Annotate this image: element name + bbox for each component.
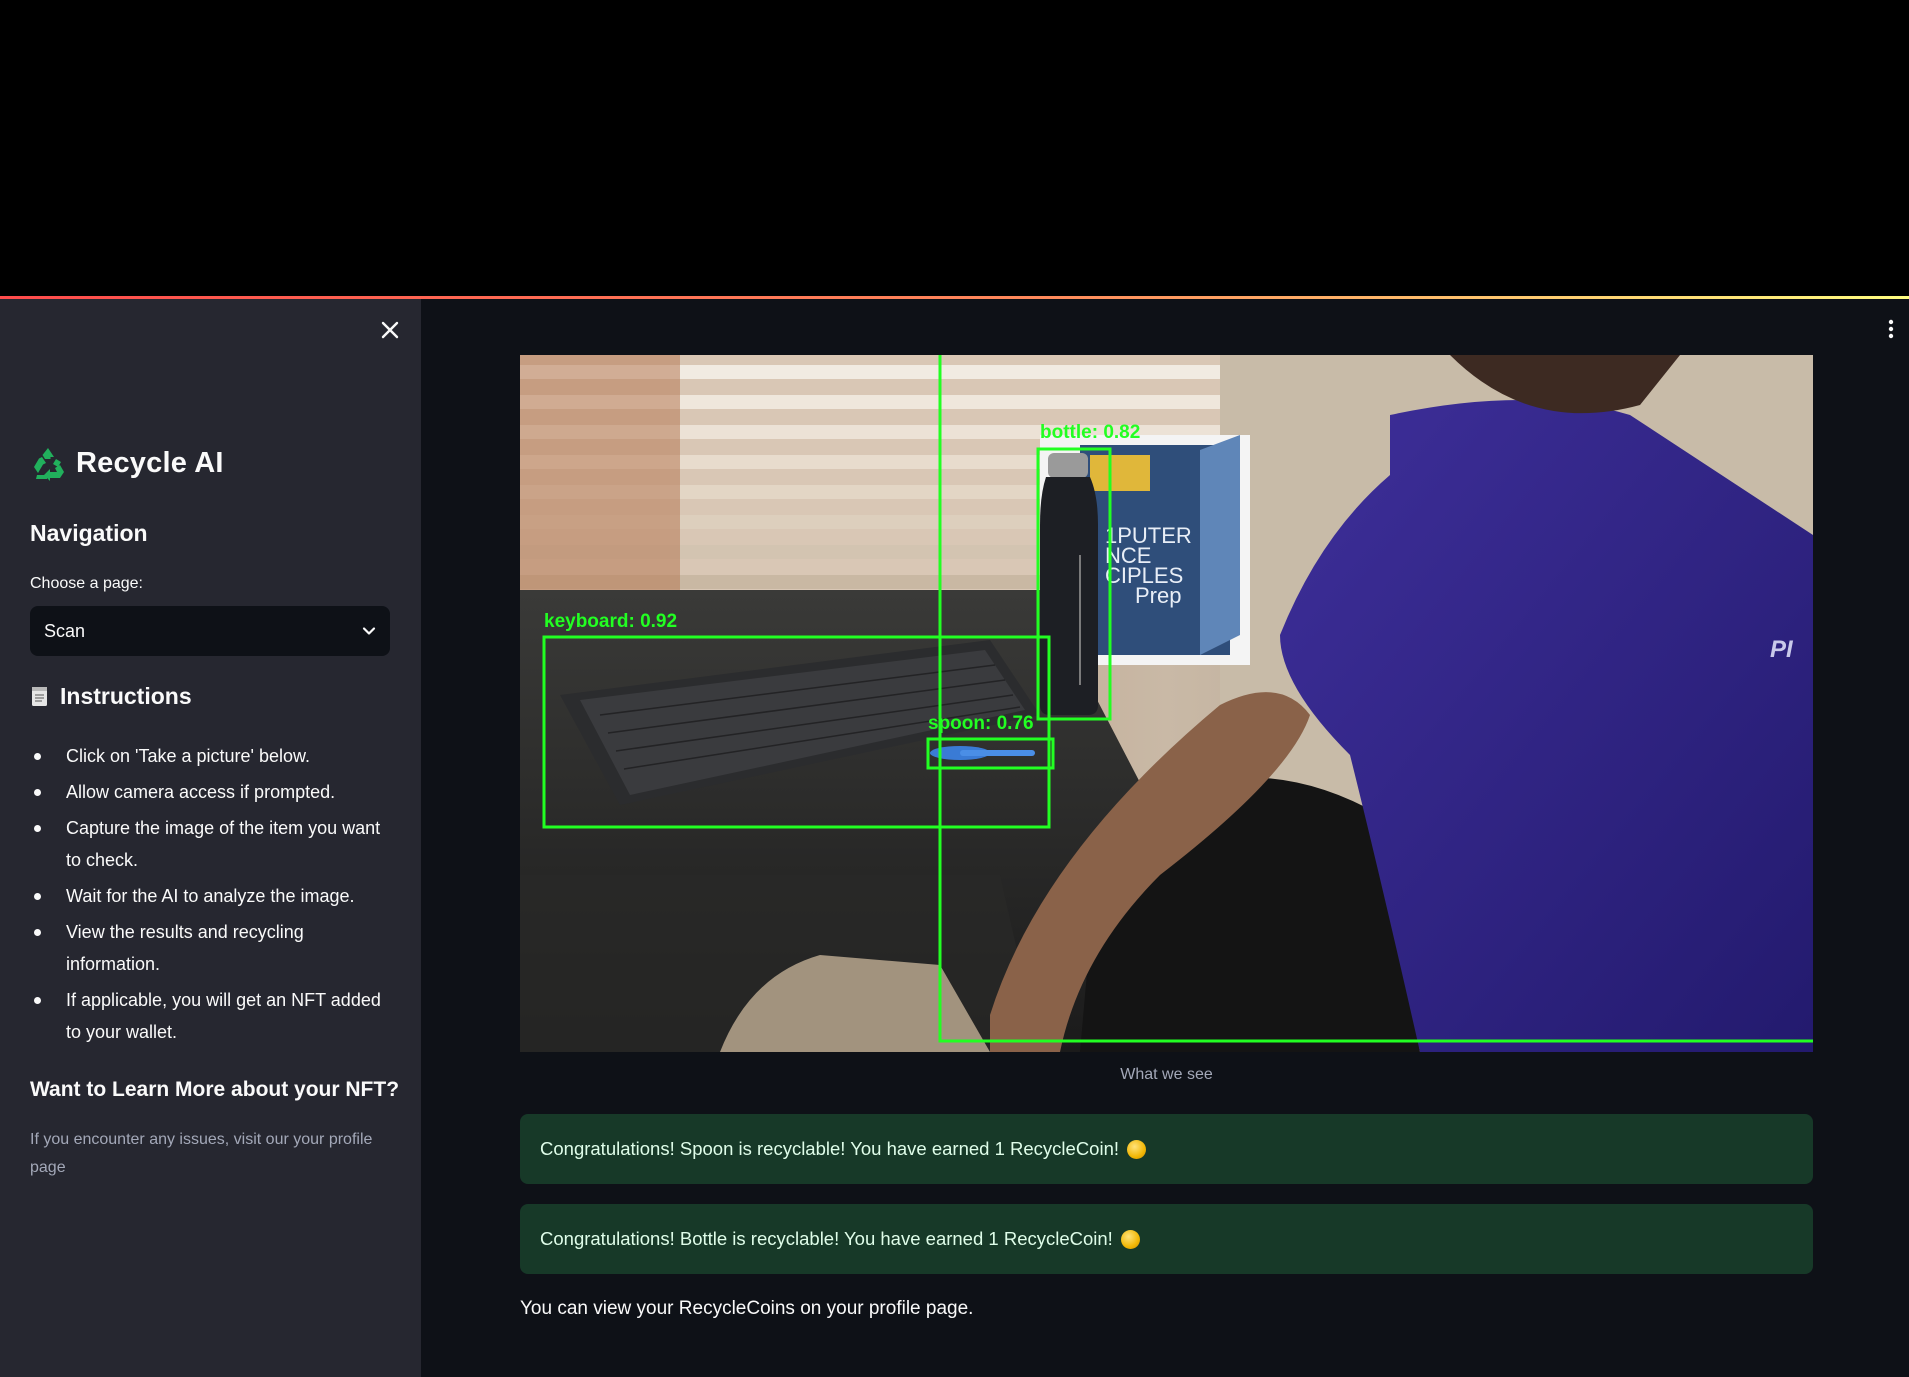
- detection-image: 1PUTER NCE CIPLES Prep PI bottle: 0.82 k…: [520, 355, 1813, 1052]
- success-alert-text: Congratulations! Spoon is recyclable! Yo…: [540, 1138, 1120, 1159]
- svg-text:PI: PI: [1770, 636, 1794, 663]
- list-item: Wait for the AI to analyze the image.: [30, 880, 390, 912]
- instructions-title: Instructions: [60, 683, 192, 709]
- profile-hint-text: You can view your RecycleCoins on your p…: [520, 1298, 974, 1319]
- recycle-icon: [34, 448, 64, 481]
- sidebar-brand: Recycle AI: [30, 445, 224, 481]
- close-icon: [381, 321, 399, 339]
- list-item: Capture the image of the item you want t…: [30, 812, 390, 876]
- success-alert-text: Congratulations! Bottle is recyclable! Y…: [540, 1228, 1113, 1249]
- coin-icon: [1120, 1229, 1140, 1249]
- page-select-value: Scan: [44, 620, 86, 641]
- page-select[interactable]: Scan: [30, 606, 390, 656]
- top-black-area: [0, 0, 1909, 296]
- instructions-heading: Instructions: [30, 683, 192, 710]
- svg-text:Prep: Prep: [1135, 583, 1181, 608]
- main-menu-button[interactable]: [1884, 318, 1898, 340]
- app-title: Recycle AI: [76, 446, 224, 479]
- success-alert: Congratulations! Spoon is recyclable! Yo…: [520, 1114, 1813, 1184]
- coin-icon: [1127, 1139, 1147, 1159]
- list-item: Click on 'Take a picture' below.: [30, 740, 390, 772]
- close-sidebar-button[interactable]: [375, 315, 405, 345]
- page-select-label: Choose a page:: [30, 575, 143, 592]
- detection-label-keyboard: keyboard: 0.92: [544, 611, 677, 632]
- learn-more-text: If you encounter any issues, visit our y…: [30, 1131, 373, 1176]
- image-caption: What we see: [1120, 1066, 1213, 1083]
- document-icon: [32, 686, 47, 706]
- detection-label-bottle: bottle: 0.82: [1040, 422, 1140, 443]
- more-vertical-icon: [1888, 319, 1894, 339]
- list-item: View the results and recycling informati…: [30, 916, 390, 980]
- learn-more-heading: Want to Learn More about your NFT?: [30, 1078, 400, 1101]
- list-item: Allow camera access if prompted.: [30, 776, 390, 808]
- list-item: If applicable, you will get an NFT added…: [30, 984, 390, 1048]
- camera-scene: 1PUTER NCE CIPLES Prep PI bottle: 0.82 k…: [520, 355, 1813, 1052]
- navigation-heading: Navigation: [30, 520, 148, 546]
- chevron-down-icon: [362, 627, 376, 635]
- app-window: Recycle AI Navigation Choose a page: Sca…: [0, 0, 1909, 1377]
- instructions-list: Click on 'Take a picture' below. Allow c…: [30, 740, 390, 1052]
- success-alert: Congratulations! Bottle is recyclable! Y…: [520, 1204, 1813, 1274]
- detection-label-spoon: spoon: 0.76: [928, 713, 1034, 734]
